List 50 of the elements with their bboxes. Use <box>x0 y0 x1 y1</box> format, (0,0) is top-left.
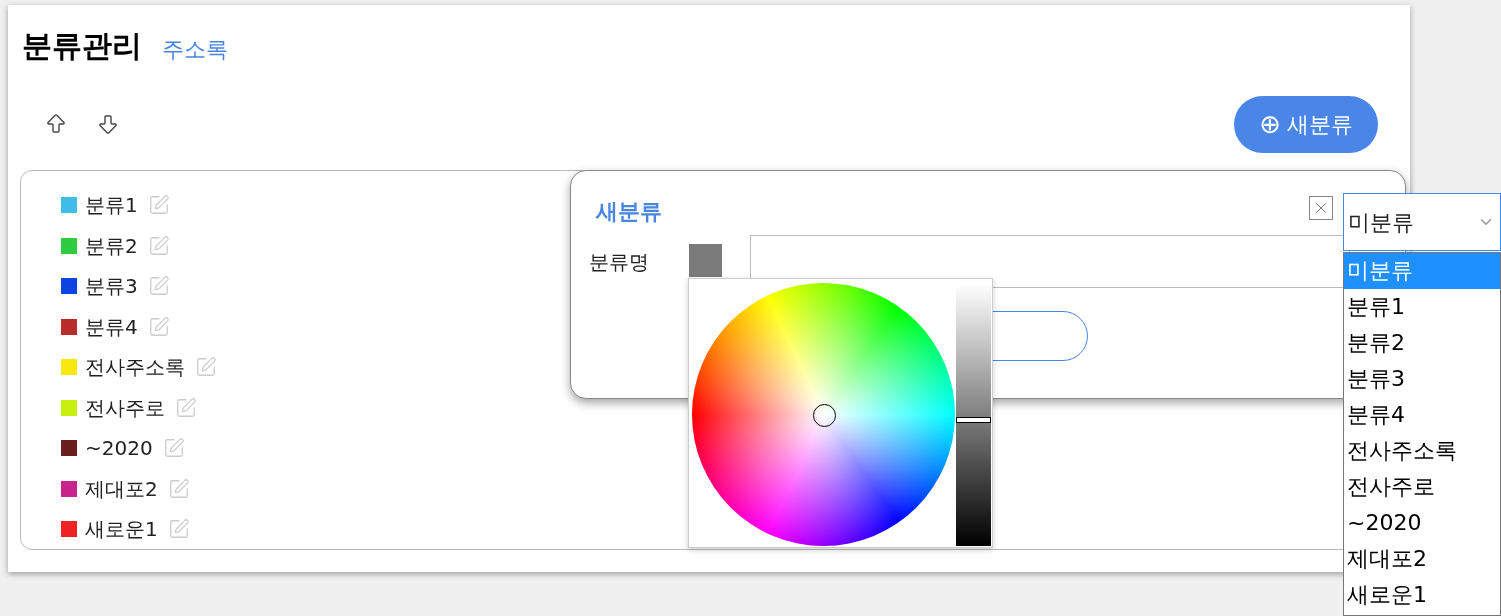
brightness-slider[interactable] <box>956 284 991 546</box>
slider-thumb[interactable] <box>956 417 991 424</box>
arrow-up-icon <box>44 112 68 136</box>
arrow-down-icon <box>96 112 120 136</box>
page-title: 분류관리 <box>22 31 142 61</box>
dropdown-option[interactable]: 제대포2 <box>1344 541 1500 577</box>
category-name: ~2020 <box>85 435 153 462</box>
edit-button[interactable] <box>147 315 170 338</box>
category-name: 분류2 <box>85 232 138 260</box>
category-name: 전사주로 <box>85 394 165 422</box>
dropdown-option[interactable]: 분류4 <box>1344 397 1500 433</box>
dropdown-option[interactable]: 전사주소록 <box>1344 433 1500 469</box>
edit-icon <box>167 477 190 500</box>
dialog-title: 새분류 <box>596 198 662 226</box>
edit-button[interactable] <box>167 477 190 500</box>
category-name: 분류4 <box>85 313 138 341</box>
edit-icon <box>147 275 170 297</box>
category-select[interactable]: 미분류 <box>1343 193 1501 251</box>
edit-button[interactable] <box>167 518 190 540</box>
close-button[interactable] <box>1309 196 1333 220</box>
edit-button[interactable] <box>147 234 170 257</box>
edit-button[interactable] <box>175 396 197 419</box>
dropdown-option[interactable]: 새로운1 <box>1344 577 1500 613</box>
edit-icon <box>195 356 217 378</box>
new-category-button[interactable]: ⊕ 새분류 <box>1234 95 1378 153</box>
edit-button[interactable] <box>147 194 170 216</box>
edit-icon <box>175 396 197 419</box>
dropdown-option[interactable]: 분류2 <box>1344 325 1500 361</box>
category-name: 전사주소록 <box>85 354 185 381</box>
dropdown-option[interactable]: 분류1 <box>1344 289 1500 325</box>
category-name: 제대포2 <box>85 475 158 503</box>
plus-circle-icon: ⊕ <box>1259 111 1281 137</box>
color-wheel[interactable] <box>692 283 955 546</box>
edit-icon <box>147 194 170 216</box>
dropdown-option[interactable]: 전사주로 <box>1344 469 1500 505</box>
edit-icon <box>147 315 170 338</box>
dropdown-option[interactable]: ~2020 <box>1344 505 1500 541</box>
color-swatch[interactable] <box>689 244 722 277</box>
category-name: 분류1 <box>85 192 138 219</box>
edit-icon <box>167 518 190 540</box>
edit-button[interactable] <box>195 356 217 378</box>
dropdown-option[interactable]: 분류3 <box>1344 361 1500 397</box>
category-name: 새로운1 <box>85 516 158 543</box>
edit-button[interactable] <box>147 275 170 297</box>
edit-icon <box>162 437 185 459</box>
address-book-link[interactable]: 주소록 <box>162 39 228 61</box>
category-name: 분류3 <box>85 273 138 300</box>
edit-icon <box>147 234 170 257</box>
edit-button[interactable] <box>162 437 185 459</box>
field-label: 분류명 <box>589 249 649 276</box>
